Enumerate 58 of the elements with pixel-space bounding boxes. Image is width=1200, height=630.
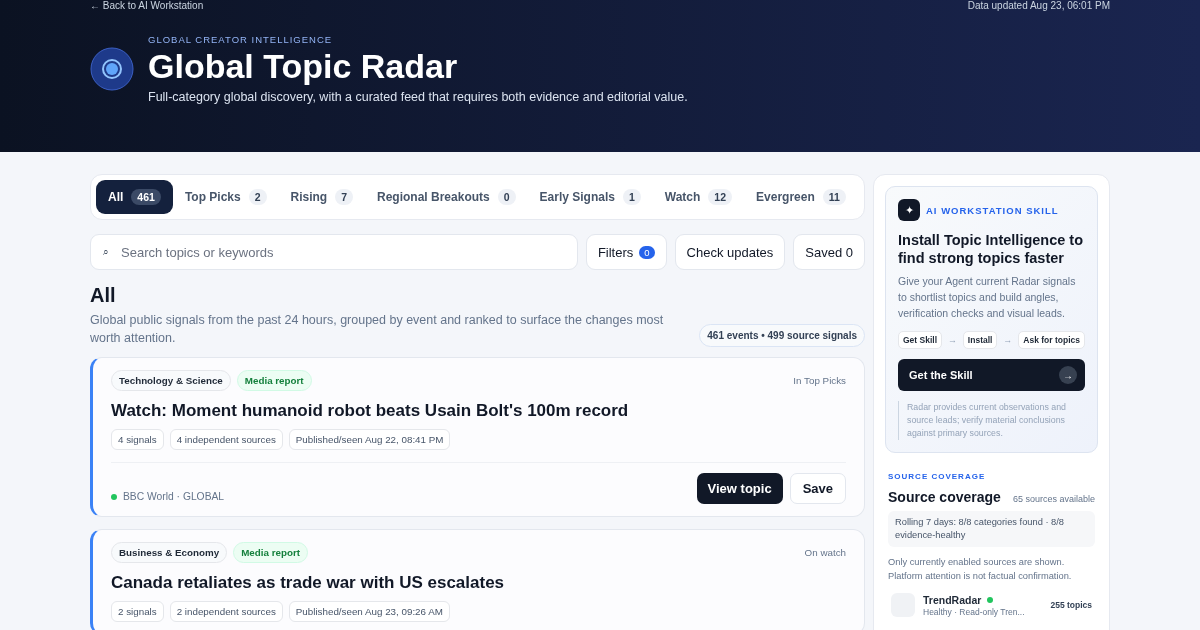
filter-tab[interactable]: Regional Breakouts 0 (365, 180, 528, 214)
section-title: All (90, 284, 117, 307)
eyebrow-label: GLOBAL CREATOR INTELLIGENCE (148, 34, 334, 45)
media-report-tag: Media report (233, 542, 308, 563)
search-icon: ⌕ (103, 246, 109, 258)
meta-tag: 2 signals (111, 601, 164, 622)
filter-tab[interactable]: Evergreen 11 (744, 180, 858, 214)
arrow-icon: → (947, 335, 957, 345)
page-subtitle: Full-category global discovery, with a curated feed that requires both evidence and editorial value. (148, 90, 688, 104)
filter-tab[interactable]: Watch 12 (652, 180, 745, 214)
filter-tab[interactable]: Rising 7 (278, 180, 366, 214)
meta-tag: 4 independent sources (169, 429, 283, 450)
filter-tab[interactable]: Early Signals 1 (527, 180, 653, 214)
step-chip: Get Skill (898, 331, 942, 349)
disclaimer-note: Radar provides current observations and source leads; verify material conclusions against primary sources. (898, 401, 1085, 440)
meta-tag: 2 independent sources (169, 601, 283, 622)
sources-count: 65 sources available (1012, 494, 1095, 504)
category-tag: Business & Economy (111, 542, 228, 563)
meta-tag: Published/seen Aug 22, 08:41 PM (288, 429, 451, 450)
filter-tab[interactable]: All 461 (96, 180, 173, 214)
save-button[interactable]: Save (789, 473, 846, 504)
step-chip: Ask for topics (1018, 331, 1085, 349)
view-topic-button[interactable]: View topic (696, 473, 783, 504)
coverage-title: Source coverage (888, 489, 1001, 505)
category-tag: Technology & Science (111, 370, 231, 391)
topic-title[interactable]: Canada retaliates as trade war with US escalates (111, 573, 846, 593)
topics-count: 255 topics (1050, 600, 1092, 610)
meta-tag: Published/seen Aug 23, 09:26 AM (288, 601, 450, 622)
sparkle-icon: ✦ (898, 199, 920, 221)
eyebrow-label: SOURCE COVERAGE (888, 472, 986, 481)
back-link[interactable]: ← Back to AI Workstation (90, 0, 204, 12)
summary-badge: 461 events • 499 source signals (699, 324, 865, 347)
get-skill-button[interactable]: Get the Skill → (898, 359, 1085, 391)
rolling-summary: Rolling 7 days: 8/8 categories found · 8/8 evidence-healthy (888, 511, 1095, 547)
topic-title[interactable]: Watch: Moment humanoid robot beats Usain Bolt's 100m record (111, 401, 846, 421)
status-label: In Top Picks (793, 375, 846, 386)
source-label: BBC World · GLOBAL (123, 491, 225, 502)
step-chip: Install (962, 331, 998, 349)
filter-tab[interactable]: Top Picks 2 (172, 180, 279, 214)
media-report-tag: Media report (236, 370, 312, 391)
eyebrow-label: AI WORKSTATION SKILL (926, 204, 1059, 216)
arrow-icon: → (1003, 335, 1013, 345)
coverage-note: Only currently enabled sources are shown. Platform attention is not factual confirmation. (888, 556, 1073, 583)
source-detail: Healthy · Read-only Tren... (923, 606, 1026, 617)
status-label: On watch (804, 547, 846, 558)
source-name: TrendRadar (923, 593, 982, 606)
radar-logo-icon (90, 47, 134, 91)
filters-button[interactable]: Filters 0 (585, 234, 667, 270)
data-updated-text: Data updated Aug 23, 06:01 PM (967, 0, 1110, 12)
check-updates-button[interactable]: Check updates (674, 234, 786, 270)
meta-tag: 4 signals (111, 429, 164, 450)
saved-button[interactable]: Saved 0 (793, 234, 865, 270)
page-title: Global Topic Radar (148, 47, 459, 86)
skill-title: Install Topic Intelligence to find strong topics faster (898, 231, 1085, 267)
skill-description: Give your Agent current Radar signals to shortlist topics and build angles, verification checks and visual leads. (898, 274, 1077, 321)
section-description: Global public signals from the past 24 hours, grouped by event and ranked to surface the changes most worth attention. (90, 312, 665, 347)
search-input[interactable]: Search topics or keywords (119, 243, 565, 261)
search-field[interactable]: ⌕ Search topics or keywords (90, 234, 578, 270)
